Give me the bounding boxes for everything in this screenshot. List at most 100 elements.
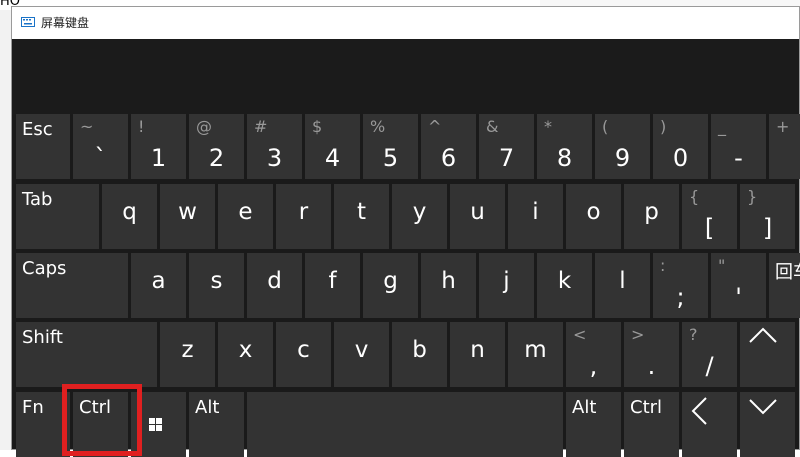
key-shift-symbol: ! — [138, 117, 145, 136]
key-close-bracket[interactable]: }] — [740, 184, 795, 249]
key-n[interactable]: n — [450, 322, 505, 387]
key-base-symbol: ` — [94, 144, 107, 172]
key-g[interactable]: g — [363, 253, 418, 318]
key-character: r — [298, 199, 309, 225]
key-6[interactable]: ^ 6 — [421, 114, 476, 179]
key-alt-right[interactable]: Alt — [566, 392, 621, 457]
background-window-strip — [0, 10, 11, 450]
key-r[interactable]: r — [276, 184, 331, 249]
key-label: Esc — [22, 119, 53, 140]
key-tab[interactable]: Tab — [16, 184, 99, 249]
key-space[interactable] — [247, 392, 563, 457]
key-c[interactable]: c — [276, 322, 331, 387]
key-semicolon[interactable]: :; — [653, 253, 708, 318]
key-arrow-up[interactable] — [740, 322, 795, 387]
key-shift-symbol: < — [573, 325, 587, 344]
key-9[interactable]: (9 — [595, 114, 650, 179]
key-label: 回车 — [775, 262, 800, 283]
key-shift-symbol: _ — [718, 117, 726, 136]
key-f[interactable]: f — [305, 253, 360, 318]
key-slash[interactable]: ? / — [682, 322, 737, 387]
key-w[interactable]: w — [160, 184, 215, 249]
key-7[interactable]: & 7 — [479, 114, 534, 179]
key-i[interactable]: i — [508, 184, 563, 249]
key-y[interactable]: y — [392, 184, 447, 249]
key-base-symbol: 4 — [324, 144, 341, 172]
key-shift-symbol: $ — [312, 117, 323, 136]
key-t[interactable]: t — [334, 184, 389, 249]
key-character: q — [122, 199, 137, 225]
key-base-symbol: ; — [676, 283, 685, 311]
key-l[interactable]: l — [595, 253, 650, 318]
key-character: o — [586, 199, 601, 225]
key-q[interactable]: q — [102, 184, 157, 249]
key-period[interactable]: >. — [624, 322, 679, 387]
key-shift-symbol: % — [370, 117, 386, 136]
key-shift-symbol: ^ — [428, 117, 442, 136]
key-o[interactable]: o — [566, 184, 621, 249]
key-1[interactable]: ! 1 — [131, 114, 186, 179]
key-base-symbol: 8 — [556, 144, 573, 172]
key-z[interactable]: z — [160, 322, 215, 387]
key-arrow-left[interactable] — [682, 392, 737, 457]
key-shift-symbol: ( — [602, 117, 609, 136]
key-backtick[interactable]: ~ ` — [73, 114, 128, 179]
ctrl-key-highlight-box — [62, 384, 142, 456]
key-caps[interactable]: Caps — [16, 253, 128, 318]
title-bar[interactable]: 屏幕键盘 — [12, 7, 799, 39]
key-enter[interactable]: 回车 — [769, 253, 800, 318]
key-shift-symbol: + — [776, 117, 790, 136]
key-b[interactable]: b — [392, 322, 447, 387]
key-equals[interactable]: + — [769, 114, 800, 179]
key-shift-symbol: # — [254, 117, 268, 136]
key-label: Caps — [22, 258, 67, 279]
key-base-symbol: 7 — [498, 144, 515, 172]
key-s[interactable]: s — [189, 253, 244, 318]
key-label: Alt — [195, 397, 220, 418]
key-base-symbol: 6 — [440, 144, 457, 172]
key-ctrl-right[interactable]: Ctrl — [624, 392, 679, 457]
key-x[interactable]: x — [218, 322, 273, 387]
key-esc[interactable]: Esc — [16, 114, 70, 179]
key-shift-symbol: & — [486, 117, 499, 136]
key-e[interactable]: e — [218, 184, 273, 249]
key-d[interactable]: d — [247, 253, 302, 318]
arrow-left-icon — [690, 396, 710, 430]
key-5[interactable]: % 5 — [363, 114, 418, 179]
key-label: Alt — [572, 397, 597, 418]
key-character: h — [441, 268, 456, 294]
key-arrow-down[interactable] — [740, 392, 795, 457]
key-shift[interactable]: Shift — [16, 322, 157, 387]
key-character: u — [470, 199, 485, 225]
key-v[interactable]: v — [334, 322, 389, 387]
key-shift-symbol: ? — [689, 325, 698, 344]
key-alt-left[interactable]: Alt — [189, 392, 244, 457]
key-a[interactable]: a — [131, 253, 186, 318]
key-base-symbol: ' — [735, 283, 742, 311]
key-base-symbol: / — [705, 352, 714, 380]
key-base-symbol: ] — [762, 214, 773, 242]
key-k[interactable]: k — [537, 253, 592, 318]
key-minus[interactable]: _ - — [711, 114, 766, 179]
key-0[interactable]: ) 0 — [653, 114, 708, 179]
key-h[interactable]: h — [421, 253, 476, 318]
key-base-symbol: 2 — [208, 144, 225, 172]
key-character: s — [210, 268, 223, 294]
key-comma[interactable]: <, — [566, 322, 621, 387]
key-p[interactable]: p — [624, 184, 679, 249]
key-3[interactable]: #3 — [247, 114, 302, 179]
key-m[interactable]: m — [508, 322, 563, 387]
key-open-bracket[interactable]: {[ — [682, 184, 737, 249]
key-j[interactable]: j — [479, 253, 534, 318]
key-4[interactable]: $4 — [305, 114, 360, 179]
key-character: t — [356, 199, 367, 225]
key-character: g — [383, 268, 398, 294]
key-2[interactable]: @2 — [189, 114, 244, 179]
key-8[interactable]: * 8 — [537, 114, 592, 179]
key-quote[interactable]: " ' — [711, 253, 766, 318]
key-u[interactable]: u — [450, 184, 505, 249]
key-character: j — [503, 268, 510, 294]
key-character: d — [267, 268, 282, 294]
key-character: y — [412, 199, 427, 225]
key-character: f — [328, 268, 337, 294]
